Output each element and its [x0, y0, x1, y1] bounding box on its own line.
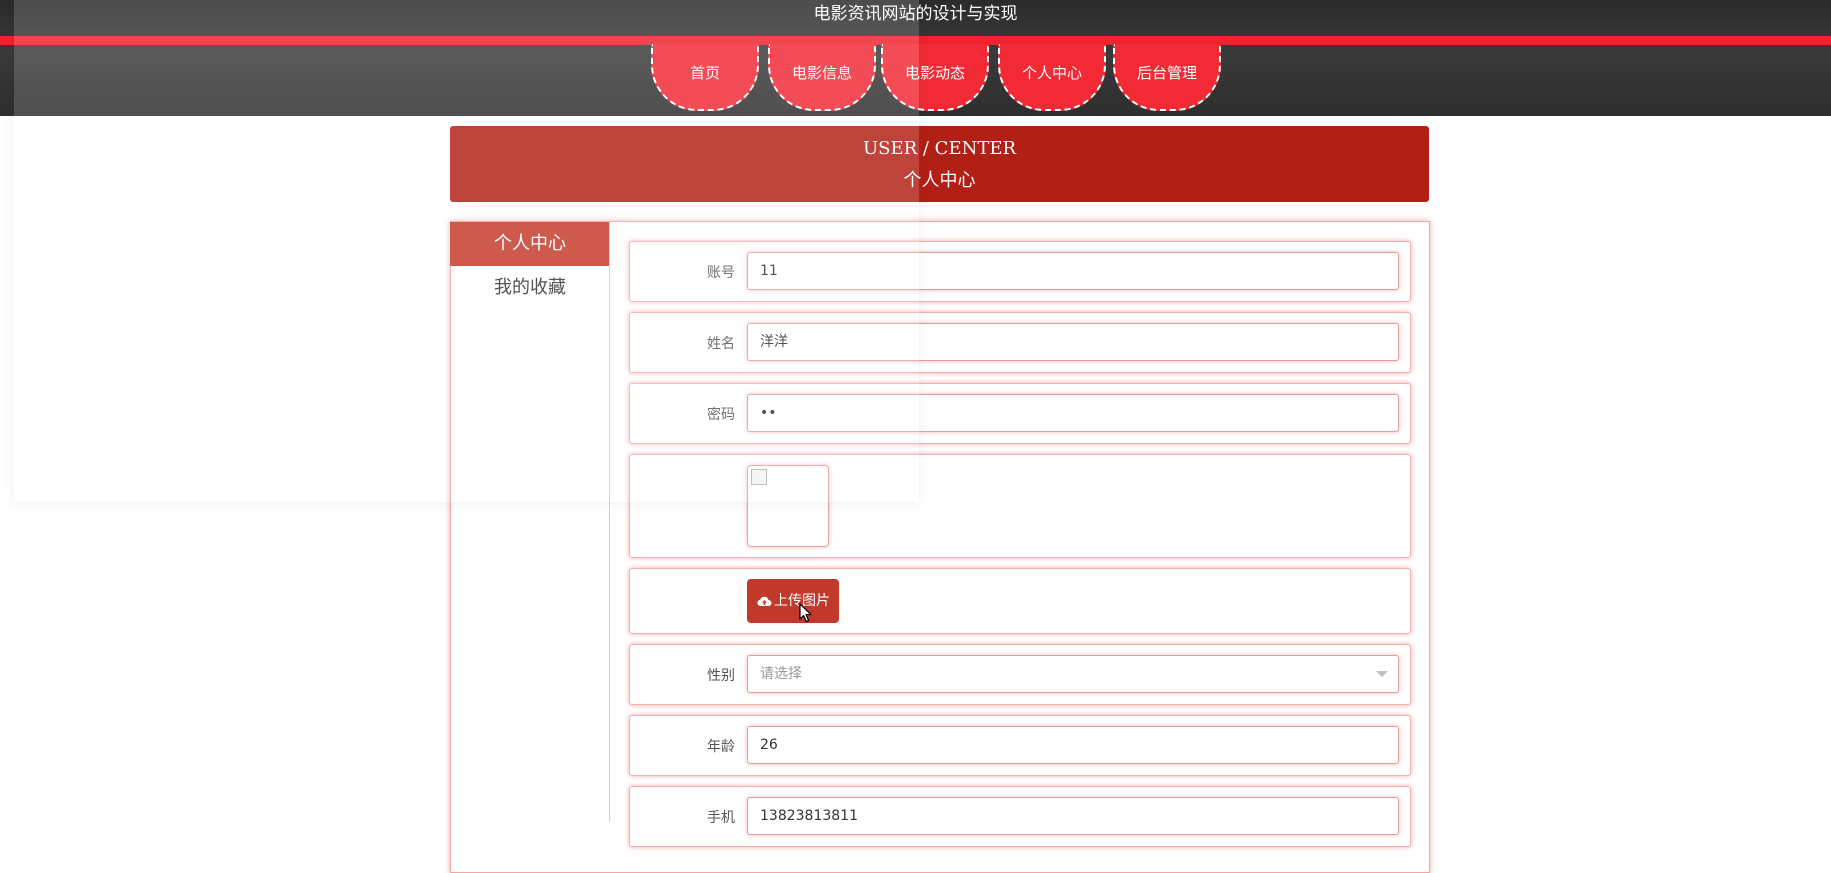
gender-select[interactable]: 请选择	[747, 655, 1399, 693]
nav-item-admin[interactable]: 后台管理	[1113, 44, 1221, 111]
nav-item-movie-news[interactable]: 电影动态	[881, 44, 989, 111]
form-row-password: 密码 ••	[629, 383, 1411, 444]
account-label: 账号	[707, 265, 735, 281]
page-banner: USER / CENTER 个人中心	[450, 126, 1429, 202]
phone-input[interactable]: 13823813811	[747, 797, 1399, 835]
chevron-down-icon	[1376, 671, 1388, 677]
banner-title-cn: 个人中心	[903, 170, 976, 191]
banner-title-en: USER / CENTER	[862, 138, 1017, 159]
nav-item-user-center[interactable]: 个人中心	[998, 44, 1106, 111]
age-label: 年龄	[707, 739, 735, 755]
form-row-name: 姓名 洋洋	[629, 312, 1411, 373]
nav-item-home[interactable]: 首页	[651, 44, 759, 111]
form-row-upload: 上传图片	[629, 568, 1411, 634]
account-input[interactable]: 11	[747, 252, 1399, 290]
phone-label: 手机	[707, 810, 735, 826]
password-label: 密码	[707, 407, 735, 423]
sidebar-item-favorites[interactable]: 我的收藏	[450, 266, 610, 310]
age-input[interactable]: 26	[747, 726, 1399, 764]
gender-label: 性别	[707, 668, 735, 684]
form-row-avatar	[629, 454, 1411, 558]
mouse-cursor-icon	[799, 603, 812, 623]
avatar-preview[interactable]	[747, 465, 829, 547]
sidebar-menu: 个人中心 我的收藏	[450, 222, 610, 822]
sidebar-item-user-center[interactable]: 个人中心	[450, 222, 610, 266]
upload-image-button[interactable]: 上传图片	[747, 579, 839, 623]
name-input[interactable]: 洋洋	[747, 323, 1399, 361]
form-row-age: 年龄 26	[629, 715, 1411, 776]
form-row-gender: 性别 请选择	[629, 644, 1411, 705]
cloud-upload-icon	[757, 596, 772, 607]
broken-image-icon	[751, 469, 767, 485]
gender-placeholder: 请选择	[760, 666, 802, 682]
main-nav: 首页 电影信息 电影动态 个人中心 后台管理	[0, 44, 1831, 114]
form-row-phone: 手机 13823813811	[629, 786, 1411, 847]
password-input[interactable]: ••	[747, 394, 1399, 432]
nav-item-movie-info[interactable]: 电影信息	[768, 44, 876, 111]
sidebar-divider	[609, 222, 610, 822]
name-label: 姓名	[707, 336, 735, 352]
site-title: 电影资讯网站的设计与实现	[813, 4, 1018, 24]
form-row-account: 账号 11	[629, 241, 1411, 302]
